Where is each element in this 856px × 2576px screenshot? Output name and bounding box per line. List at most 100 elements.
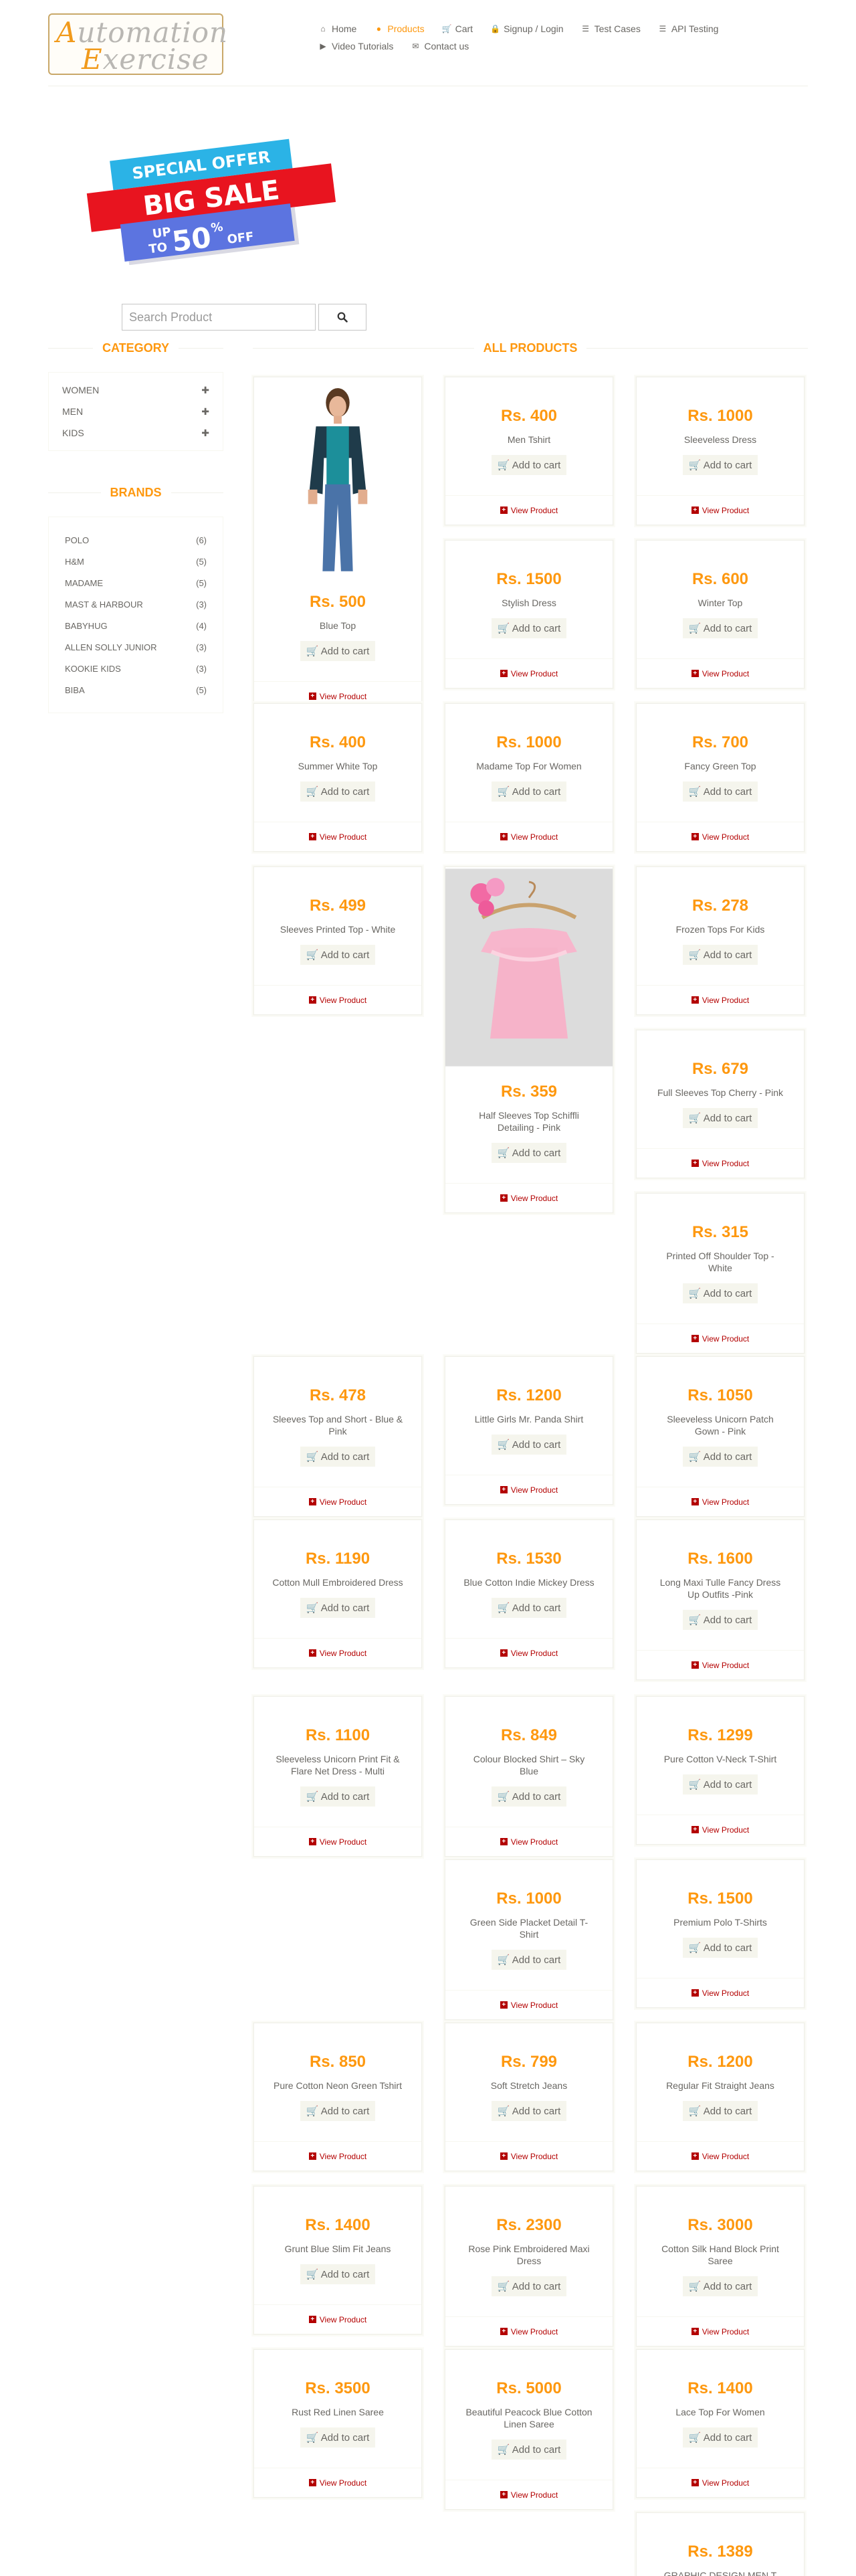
nav-products[interactable]: ● Products — [374, 23, 425, 34]
add-to-cart-label: Add to cart — [320, 1451, 370, 1463]
add-to-cart-button[interactable]: 🛒 Add to cart — [492, 1598, 566, 1618]
view-product-link[interactable]: + View Product — [445, 1638, 613, 1667]
category-item-women[interactable]: Women ✚ — [49, 379, 223, 401]
add-to-cart-button[interactable]: 🛒 Add to cart — [683, 945, 758, 965]
view-product-link[interactable]: + View Product — [637, 1978, 804, 2007]
add-to-cart-button[interactable]: 🛒 Add to cart — [300, 2427, 375, 2448]
view-product-link[interactable]: + View Product — [254, 985, 421, 1014]
view-product-link[interactable]: + View Product — [637, 2468, 804, 2497]
brand-item[interactable]: Polo (6) — [49, 529, 223, 551]
search-input[interactable] — [122, 304, 316, 331]
view-product-link[interactable]: + View Product — [445, 2141, 613, 2171]
product-name: Rust Red Linen Saree — [292, 2407, 384, 2417]
brand-item[interactable]: Allen Solly Junior (3) — [49, 636, 223, 658]
product-card-inner: Rs. 1389GRAPHIC DESIGN MEN T SHIRT🛒 Add … — [636, 2512, 805, 2576]
site-logo[interactable]: Automation Exercise — [48, 13, 227, 76]
add-to-cart-button[interactable]: 🛒 Add to cart — [683, 2101, 758, 2121]
view-product-link[interactable]: + View Product — [637, 985, 804, 1014]
plus-square-icon: + — [691, 2328, 699, 2335]
nav-signup-login[interactable]: 🔒 Signup / Login — [490, 23, 564, 34]
add-to-cart-button[interactable]: 🛒 Add to cart — [492, 2440, 566, 2460]
view-product-link[interactable]: + View Product — [445, 2480, 613, 2509]
add-to-cart-button[interactable]: 🛒 Add to cart — [683, 618, 758, 638]
add-to-cart-button[interactable]: 🛒 Add to cart — [300, 641, 375, 661]
view-product-link[interactable]: + View Product — [445, 2316, 613, 2346]
brand-item[interactable]: H&M (5) — [49, 551, 223, 572]
brand-item[interactable]: Madame (5) — [49, 572, 223, 593]
add-to-cart-button[interactable]: 🛒 Add to cart — [492, 1950, 566, 1970]
add-to-cart-button[interactable]: 🛒 Add to cart — [300, 2101, 375, 2121]
view-product-link[interactable]: + View Product — [445, 1475, 613, 1504]
brand-item[interactable]: Kookie Kids (3) — [49, 658, 223, 679]
add-to-cart-button[interactable]: 🛒 Add to cart — [683, 781, 758, 802]
view-product-link[interactable]: + View Product — [254, 822, 421, 851]
add-to-cart-button[interactable]: 🛒 Add to cart — [492, 1786, 566, 1807]
brand-item[interactable]: Biba (5) — [49, 679, 223, 701]
view-product-link[interactable]: + View Product — [254, 2468, 421, 2497]
add-to-cart-button[interactable]: 🛒 Add to cart — [492, 455, 566, 475]
view-product-link[interactable]: + View Product — [254, 1487, 421, 1516]
view-product-label: View Product — [702, 995, 750, 1005]
category-item-kids[interactable]: Kids ✚ — [49, 422, 223, 444]
product-name: Lace Top For Women — [675, 2407, 765, 2417]
nav-api-testing[interactable]: ☰ API Testing — [658, 23, 718, 34]
view-product-link[interactable]: + View Product — [445, 1990, 613, 2019]
view-product-link[interactable]: + View Product — [445, 658, 613, 688]
nav-video-tutorials[interactable]: ▶ Video Tutorials — [318, 41, 393, 52]
add-to-cart-button[interactable]: 🛒 Add to cart — [492, 1435, 566, 1455]
view-product-link[interactable]: + View Product — [445, 495, 613, 525]
add-to-cart-button[interactable]: 🛒 Add to cart — [492, 1143, 566, 1163]
add-to-cart-button[interactable]: 🛒 Add to cart — [492, 2276, 566, 2296]
add-to-cart-button[interactable]: 🛒 Add to cart — [300, 1598, 375, 1618]
add-to-cart-button[interactable]: 🛒 Add to cart — [300, 1447, 375, 1467]
add-to-cart-button[interactable]: 🛒 Add to cart — [300, 2264, 375, 2284]
view-product-link[interactable]: + View Product — [637, 822, 804, 851]
add-to-cart-button[interactable]: 🛒 Add to cart — [492, 2101, 566, 2121]
view-product-link[interactable]: + View Product — [254, 1638, 421, 1667]
brand-item[interactable]: Babyhug (4) — [49, 615, 223, 636]
add-to-cart-button[interactable]: 🛒 Add to cart — [683, 2276, 758, 2296]
add-to-cart-button[interactable]: 🛒 Add to cart — [300, 781, 375, 802]
banner-percent: % — [210, 220, 223, 236]
nav-home[interactable]: ⌂ Home — [318, 23, 356, 34]
add-to-cart-button[interactable]: 🛒 Add to cart — [300, 1786, 375, 1807]
view-product-link[interactable]: + View Product — [637, 1148, 804, 1178]
view-product-link[interactable]: + View Product — [254, 2141, 421, 2171]
add-to-cart-button[interactable]: 🛒 Add to cart — [492, 618, 566, 638]
cart-icon: 🛒 — [688, 2432, 704, 2444]
view-product-link[interactable]: + View Product — [637, 1487, 804, 1516]
view-product-link[interactable]: + View Product — [254, 2304, 421, 2334]
search-button[interactable] — [318, 304, 366, 331]
add-to-cart-button[interactable]: 🛒 Add to cart — [683, 1283, 758, 1303]
view-product-link[interactable]: + View Product — [637, 2316, 804, 2346]
plus-square-icon: + — [308, 833, 316, 840]
view-product-link[interactable]: + View Product — [445, 1183, 613, 1212]
add-to-cart-button[interactable]: 🛒 Add to cart — [683, 2427, 758, 2448]
view-product-link[interactable]: + View Product — [637, 1815, 804, 1844]
add-to-cart-button[interactable]: 🛒 Add to cart — [300, 945, 375, 965]
nav-cart[interactable]: 🛒 Cart — [442, 23, 473, 34]
product-card: Rs. 1299 Pure Cotton V-Neck T-Shirt 🛒 Add … — [635, 1695, 805, 1845]
brand-item[interactable]: Mast & Harbour (3) — [49, 593, 223, 615]
view-product-link[interactable]: + View Product — [445, 822, 613, 851]
add-to-cart-button[interactable]: 🛒 Add to cart — [683, 1108, 758, 1128]
add-to-cart-button[interactable]: 🛒 Add to cart — [683, 1774, 758, 1795]
product-card-inner: Rs. 1400 Grunt Blue Slim Fit Jeans 🛒 Add t… — [253, 2186, 422, 2334]
add-to-cart-button[interactable]: 🛒 Add to cart — [683, 455, 758, 475]
view-product-link[interactable]: + View Product — [637, 2141, 804, 2171]
view-product-link[interactable]: + View Product — [637, 658, 804, 688]
list-icon: ☰ — [659, 24, 667, 33]
nav-contact-us[interactable]: ✉ Contact us — [411, 41, 469, 52]
view-product-link[interactable]: + View Product — [637, 495, 804, 525]
add-to-cart-button[interactable]: 🛒 Add to cart — [683, 1938, 758, 1958]
add-to-cart-button[interactable]: 🛒 Add to cart — [492, 781, 566, 802]
category-item-men[interactable]: Men ✚ — [49, 401, 223, 422]
nav-test-cases[interactable]: ☰ Test Cases — [581, 23, 641, 34]
view-product-link[interactable]: + View Product — [637, 1323, 804, 1353]
view-product-link[interactable]: + View Product — [445, 1827, 613, 1856]
view-product-link[interactable]: + View Product — [254, 1827, 421, 1856]
view-product-link[interactable]: + View Product — [637, 1650, 804, 1679]
add-to-cart-button[interactable]: 🛒 Add to cart — [683, 1610, 758, 1630]
view-product-label: View Product — [702, 2478, 750, 2488]
add-to-cart-button[interactable]: 🛒 Add to cart — [683, 1447, 758, 1467]
